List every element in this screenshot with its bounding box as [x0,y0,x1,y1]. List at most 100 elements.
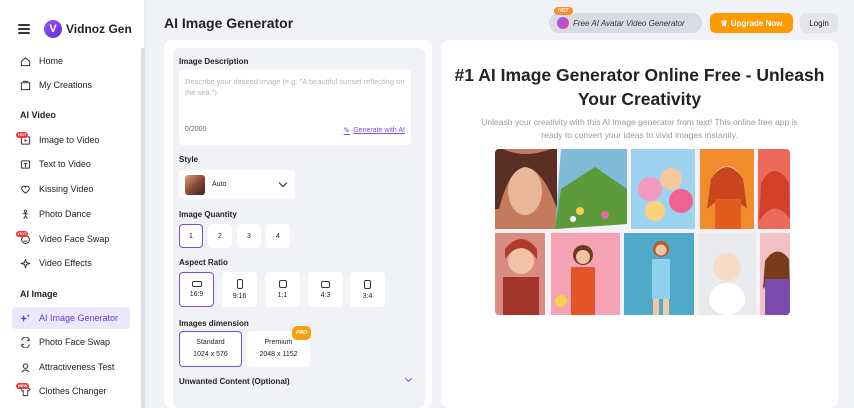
sidebar-item-label: Image to Video [39,135,100,145]
quantity-label: Image Quantity [179,210,237,219]
chevron-down-icon[interactable] [404,374,413,383]
sidebar-header: V Vidnoz Gen [0,0,145,48]
dimension-premium[interactable]: PRO Premium 2048 x 1152 [247,326,311,367]
effects-icon [20,258,31,269]
generate-with-ai-label: Generate with AI [353,127,405,134]
ratio-label-text: 1:1 [277,292,288,299]
hot-badge: HOT [16,131,29,138]
sidebar-item-label: Video Face Swap [39,234,110,244]
sidebar-item-label: AI Image Generator [39,313,119,323]
dimension-size: 1024 x 576 [193,351,228,358]
ratio-option-9-16[interactable]: 9:16 [222,272,257,307]
test-icon [20,362,31,373]
sidebar: V Vidnoz Gen Home My Creations AI Video … [0,0,145,408]
dimension-standard[interactable]: Standard 1024 x 576 [179,331,242,367]
sidebar-item-label: My Creations [39,80,93,90]
sidebar-item-video-effects[interactable]: Video Effects [12,252,130,274]
section-ai-image: AI Image [20,289,58,299]
dimension-label: Images dimension [179,319,249,328]
logo-text: Vidnoz Gen [66,22,132,36]
sidebar-item-attractiveness-test[interactable]: Attractiveness Test [12,356,130,378]
hero-title: #1 AI Image Generator Online Free - Unle… [454,65,825,109]
sidebar-item-home[interactable]: Home [12,50,130,72]
sparkle-icon [20,313,31,324]
logo[interactable]: V Vidnoz Gen [44,20,132,38]
ratio-shape-icon [364,279,371,289]
face-swap-icon: HOT [16,230,31,245]
ratio-shape-icon [191,281,202,287]
ratio-label: Aspect Ratio [179,258,228,267]
sample-images-collage [495,149,790,315]
description-input[interactable]: Describe your desired image (e.g. "A bea… [179,70,411,145]
pro-badge: PRO [292,326,311,340]
ratio-option-16-9[interactable]: 16:9 [179,272,214,307]
generate-with-ai-button[interactable]: ✎ Generate with AI [344,126,405,135]
kiss-icon [20,184,31,195]
new-badge: NEW [16,382,30,389]
style-label: Style [179,155,199,164]
dimension-name: Standard [196,339,225,346]
quantity-option-1[interactable]: 1 [179,224,203,248]
ratio-shape-icon [278,280,287,288]
text-video-icon [20,159,31,170]
clothes-icon: NEW [16,382,31,397]
ratio-option-3-4[interactable]: 3:4 [350,272,385,307]
ratio-option-4-3[interactable]: 4:3 [308,272,343,307]
promo-button[interactable]: HOT Free AI Avatar Video Generator [549,7,702,33]
sidebar-item-ai-image-generator[interactable]: AI Image Generator [12,307,130,329]
ratio-label-text: 4:3 [320,291,331,299]
sidebar-item-clothes-changer[interactable]: NEW Clothes Changer [12,380,130,402]
quantity-option-4[interactable]: 4 [266,224,290,248]
hero-subtitle: Unleash your creativity with this AI ima… [481,117,798,140]
sidebar-item-text-to-video[interactable]: Text to Video [12,153,130,175]
sidebar-item-video-face-swap[interactable]: HOT Video Face Swap [12,228,130,250]
unwanted-content-label[interactable]: Unwanted Content (Optional) [179,377,290,386]
upgrade-button[interactable]: ♛ Upgrade Now [710,13,793,33]
quantity-option-2[interactable]: 2 [208,224,232,248]
crown-icon: ♛ [720,18,728,28]
sidebar-item-label: Photo Face Swap [39,337,111,347]
hero-panel: #1 AI Image Generator Online Free - Unle… [441,40,838,408]
style-value: Auto [212,181,227,188]
hot-badge: HOT [554,7,573,15]
style-select[interactable]: Auto [179,170,295,199]
login-button[interactable]: Login [800,13,838,33]
ratio-label-text: 16:9 [189,291,204,298]
dimension-name: Premium [264,339,293,346]
menu-icon[interactable] [18,24,30,34]
folder-icon [20,80,31,91]
avatar-video-icon [557,17,569,29]
dance-icon [20,209,31,220]
sidebar-item-image-to-video[interactable]: HOT Image to Video [12,129,130,151]
hot-badge: HOT [16,230,29,237]
ratio-shape-icon [236,279,243,289]
dimension-size: 2048 x 1152 [259,351,298,358]
sidebar-item-label: Video Effects [39,258,92,268]
sidebar-item-photo-face-swap[interactable]: Photo Face Swap [12,331,130,353]
quantity-option-3[interactable]: 3 [237,224,261,248]
sidebar-item-my-creations[interactable]: My Creations [12,74,130,96]
sidebar-item-kissing-video[interactable]: Kissing Video [12,178,130,200]
image-video-icon: HOT [16,131,31,146]
wand-icon: ✎ [343,126,351,135]
description-label: Image Description [179,57,249,66]
ratio-shape-icon [321,280,330,288]
section-ai-video: AI Video [20,110,56,120]
style-thumbnail [185,174,205,195]
home-icon [20,56,31,67]
description-placeholder: Describe your desired image (e.g. "A bea… [185,77,405,97]
sidebar-item-label: Text to Video [39,159,91,169]
ratio-option-1-1[interactable]: 1:1 [265,272,300,307]
sidebar-item-photo-dance[interactable]: Photo Dance [12,203,130,225]
sidebar-item-label: Attractiveness Test [39,362,115,372]
logo-mark: V [44,20,62,38]
photo-swap-icon [20,336,31,348]
collage-graphic [495,149,790,315]
sidebar-scrollbar[interactable] [141,48,145,408]
sidebar-item-label: Photo Dance [39,209,92,219]
upgrade-label: Upgrade Now [730,18,783,28]
ratio-label-text: 3:4 [362,292,373,300]
char-count: 0/2000 [185,126,207,133]
promo-label: Free AI Avatar Video Generator [573,18,685,28]
sidebar-item-label: Clothes Changer [39,386,107,396]
